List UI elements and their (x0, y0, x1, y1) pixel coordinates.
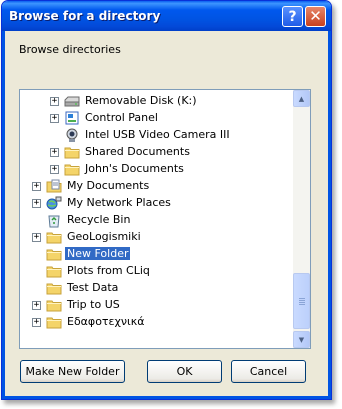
grip-line (299, 298, 305, 299)
tree-item[interactable]: + GeoLogismiki (20, 229, 294, 246)
help-button[interactable]: ? (282, 6, 303, 27)
folder-icon (46, 280, 62, 296)
browse-dialog: Browse for a directory ? ✕ Browse direct… (1, 0, 332, 400)
window-title: Browse for a directory (9, 9, 161, 23)
tree-item-label: Trip to US (67, 298, 120, 311)
tree-item[interactable]: + Shared Documents (20, 144, 294, 161)
tree-item[interactable]: + Trip to US (20, 297, 294, 314)
close-icon: ✕ (309, 7, 322, 25)
tree-item[interactable]: + Control Panel (20, 110, 294, 127)
cancel-button[interactable]: Cancel (231, 360, 306, 383)
tree-item-label: Shared Documents (85, 145, 190, 158)
tree-item[interactable]: Plots from CLiq (20, 263, 294, 280)
vertical-scrollbar[interactable]: ▲ ▼ (293, 90, 310, 348)
tree-item-label: Intel USB Video Camera III (85, 128, 230, 141)
window-frame-right (328, 31, 331, 399)
tree-item-label: Εδαφοτεχνικά (67, 315, 145, 328)
make-new-folder-button[interactable]: Make New Folder (20, 360, 125, 383)
tree-item[interactable]: Test Data (20, 280, 294, 297)
tree-item[interactable]: + My Documents (20, 178, 294, 195)
window-frame-left (2, 31, 5, 399)
close-button[interactable]: ✕ (305, 6, 326, 27)
my-documents-icon (46, 178, 62, 194)
control-panel-icon (64, 110, 80, 126)
scroll-up-button[interactable]: ▲ (293, 90, 310, 107)
camera-icon (64, 127, 80, 143)
expand-toggle[interactable]: + (50, 97, 59, 106)
scroll-thumb[interactable] (293, 273, 310, 329)
tree-item-label: Recycle Bin (67, 213, 131, 226)
tree-item-label: John's Documents (85, 162, 184, 175)
tree-item[interactable]: Recycle Bin (20, 212, 294, 229)
help-icon: ? (288, 8, 297, 25)
network-places-icon (46, 195, 62, 211)
folder-icon (64, 161, 80, 177)
grip-line (299, 300, 305, 301)
tree-item[interactable]: Intel USB Video Camera III (20, 127, 294, 144)
grip-line (299, 302, 305, 303)
tree-item[interactable]: New Folder (20, 246, 294, 263)
title-bar[interactable]: Browse for a directory ? ✕ (2, 1, 331, 31)
tree-rows: + Removable Disk (K:) + Control Panel Intel … (20, 93, 294, 331)
folder-icon (46, 246, 62, 262)
folder-icon (46, 263, 62, 279)
tree-item-label: New Folder (65, 247, 131, 260)
expand-toggle[interactable]: + (32, 318, 41, 327)
expand-toggle[interactable]: + (32, 182, 41, 191)
tree-item-label: Plots from CLiq (67, 264, 150, 277)
recycle-bin-icon (46, 212, 62, 228)
folder-icon (46, 229, 62, 245)
window-frame-bottom (2, 396, 331, 399)
ok-button[interactable]: OK (147, 360, 222, 383)
tree-item-label: My Network Places (67, 196, 171, 209)
folder-icon (64, 144, 80, 160)
tree-item[interactable]: + John's Documents (20, 161, 294, 178)
folder-tree[interactable]: + Removable Disk (K:) + Control Panel Intel … (19, 89, 311, 349)
arrow-down-icon: ▼ (298, 335, 305, 344)
tree-item-label: My Documents (67, 179, 150, 192)
tree-item-label: GeoLogismiki (67, 230, 141, 243)
expand-toggle[interactable]: + (50, 165, 59, 174)
expand-toggle[interactable]: + (50, 148, 59, 157)
expand-toggle[interactable]: + (32, 301, 41, 310)
tree-item[interactable]: + Εδαφοτεχνικά (20, 314, 294, 331)
tree-item-label: Test Data (67, 281, 119, 294)
arrow-up-icon: ▲ (298, 94, 305, 103)
expand-toggle[interactable]: + (50, 114, 59, 123)
tree-item[interactable]: + Removable Disk (K:) (20, 93, 294, 110)
expand-toggle[interactable]: + (32, 233, 41, 242)
folder-icon (46, 314, 62, 330)
folder-icon (46, 297, 62, 313)
tree-item[interactable]: + My Network Places (20, 195, 294, 212)
grip-line (299, 304, 305, 305)
drive-icon (64, 93, 80, 109)
scroll-down-button[interactable]: ▼ (293, 331, 310, 348)
tree-item-label: Control Panel (85, 111, 158, 124)
expand-toggle[interactable]: + (32, 199, 41, 208)
tree-item-label: Removable Disk (K:) (85, 94, 197, 107)
description-text: Browse directories (19, 43, 121, 56)
